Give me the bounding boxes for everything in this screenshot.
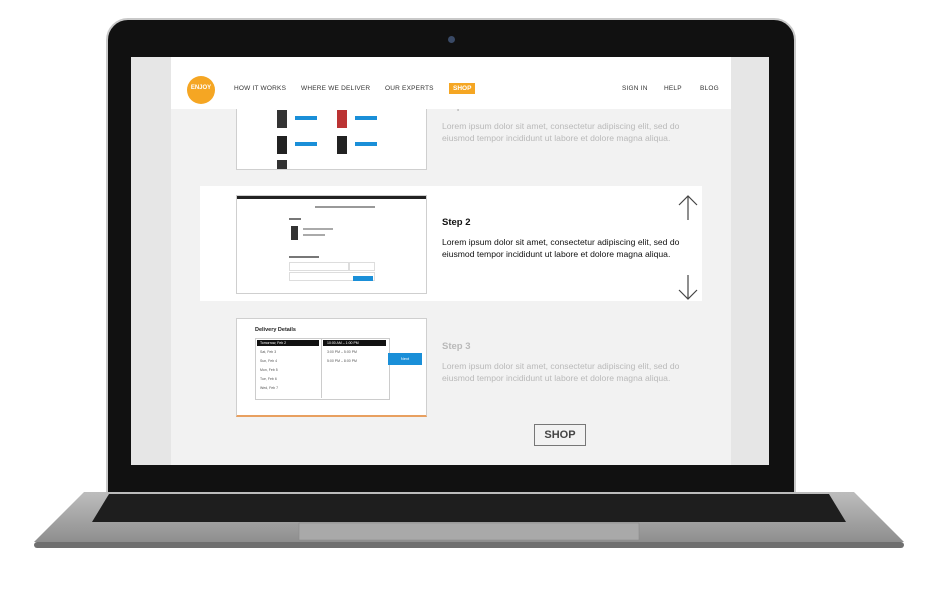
next-button[interactable]: Next: [388, 353, 422, 365]
nav-our-experts[interactable]: OUR EXPERTS: [385, 85, 434, 92]
nav-blog[interactable]: BLOG: [700, 85, 719, 92]
day-option[interactable]: Sun, Feb 4: [260, 359, 277, 363]
day-option[interactable]: Mon, Feb 5: [260, 368, 278, 372]
day-option[interactable]: Tomorrow, Feb 2: [260, 341, 286, 345]
step-2-title: Step 2: [442, 217, 471, 228]
nav-shop[interactable]: SHOP: [449, 83, 476, 94]
arrow-up-icon[interactable]: [677, 194, 699, 222]
enjoy-logo[interactable]: ENJOY: [187, 76, 215, 104]
step-3-title: Step 3: [442, 341, 471, 352]
shop-button[interactable]: SHOP: [534, 424, 586, 446]
step-3-text: Lorem ipsum dolor sit amet, consectetur …: [442, 361, 680, 383]
step-3: Step 3 Lorem ipsum dolor sit amet, conse…: [442, 341, 682, 384]
time-option[interactable]: 5:00 PM – 8:00 PM: [327, 359, 357, 363]
day-option[interactable]: Tue, Feb 6: [260, 377, 277, 381]
step-3-thumbnail: Delivery Details Tomorrow, Feb 2 Sat, Fe…: [236, 318, 427, 417]
nav-help[interactable]: HELP: [664, 85, 682, 92]
step-2: Step 2 Lorem ipsum dolor sit amet, conse…: [442, 217, 682, 260]
day-option[interactable]: Wed, Feb 7: [260, 386, 278, 390]
day-option[interactable]: Sat, Feb 3: [260, 350, 276, 354]
time-option[interactable]: 10:00 AM – 1:00 PM: [327, 341, 359, 345]
arrow-down-icon[interactable]: [677, 273, 699, 301]
nav-bar: ENJOY HOW IT WORKS WHERE WE DELIVER OUR …: [171, 57, 731, 109]
nav-sign-in[interactable]: SIGN IN: [622, 85, 648, 92]
nav-how-it-works[interactable]: HOW IT WORKS: [234, 85, 286, 92]
right-gutter: [731, 57, 769, 465]
time-option[interactable]: 3:00 PM – 5:00 PM: [327, 350, 357, 354]
webcam-icon: [448, 36, 455, 43]
laptop-base: [34, 492, 904, 548]
step-1-text: Lorem ipsum dolor sit amet, consectetur …: [442, 121, 680, 143]
delivery-details-heading: Delivery Details: [255, 327, 296, 333]
screen: Step 1 Lorem ipsum dolor sit amet, conse…: [131, 57, 769, 465]
step-2-text: Lorem ipsum dolor sit amet, consectetur …: [442, 237, 680, 259]
step-2-thumbnail: [236, 195, 427, 294]
nav-where-we-deliver[interactable]: WHERE WE DELIVER: [301, 85, 370, 92]
left-gutter: [131, 57, 171, 465]
